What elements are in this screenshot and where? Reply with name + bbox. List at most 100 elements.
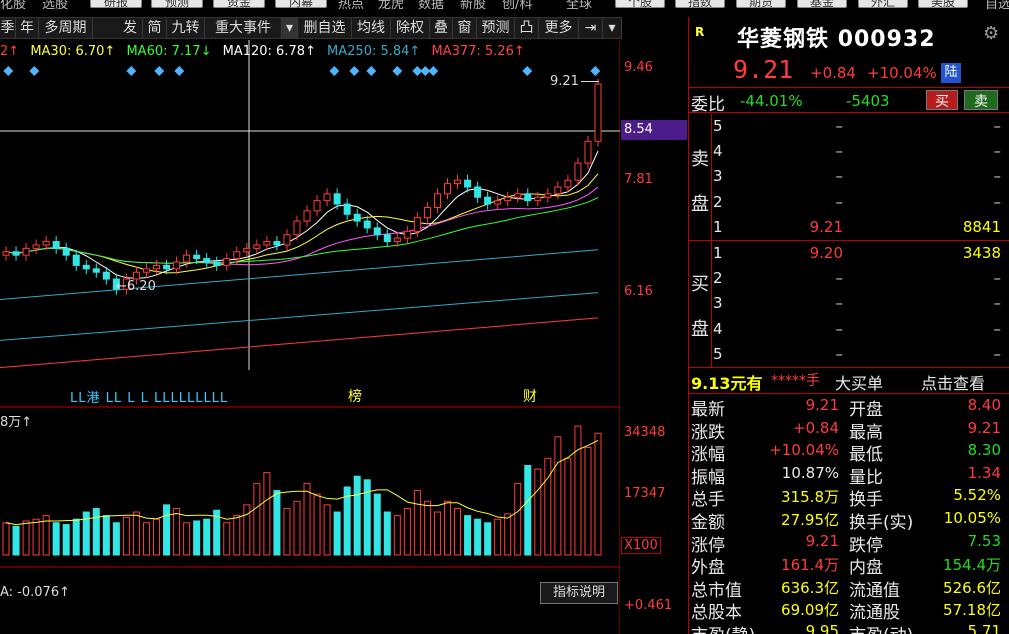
tool-dropdown-icon[interactable]: ▾ [282, 18, 298, 39]
candle-body [303, 210, 311, 222]
order-level: 5 [713, 117, 723, 135]
tool-window[interactable]: 窗 [453, 18, 477, 39]
price-tick: 9.46 [624, 60, 653, 75]
volume-bar [494, 518, 502, 556]
divider [711, 241, 712, 367]
tool-fa[interactable]: 发 [118, 18, 143, 39]
candle-body [423, 206, 431, 219]
sell-side-label: 卖 [691, 149, 709, 170]
tool-arrow-icon[interactable]: ⇥ [579, 18, 603, 39]
volume-bar [193, 520, 201, 556]
nav-item[interactable]: 龙虎 [378, 0, 404, 10]
candle-body [383, 234, 391, 243]
nav-item[interactable]: 内幕 [275, 0, 327, 9]
nav-button[interactable]: 期货 [736, 0, 786, 9]
order-price: – [835, 269, 844, 288]
stat-label: 开盘 [849, 400, 883, 420]
volume-bar [62, 524, 70, 556]
order-book-row: 3 – – [713, 165, 1003, 190]
tool-forecast[interactable]: 预测 [477, 18, 515, 39]
buy-button[interactable]: 买 [926, 90, 958, 110]
order-volume: 8841 [962, 217, 1001, 236]
tool-season[interactable]: 季 [0, 18, 16, 39]
weibi-diff: -5403 [846, 92, 890, 110]
candle-body [283, 234, 291, 246]
stat-value: 5.52% [953, 486, 1001, 505]
stat-label: 涨幅 [691, 445, 725, 466]
candle-body [504, 196, 512, 202]
stat-value: +0.84 [793, 418, 839, 437]
stat-label: 市盈(静) [691, 621, 755, 634]
nav-item[interactable]: 全球 [566, 0, 592, 10]
volume-tick: 34348 [624, 425, 666, 440]
volume-bar [564, 457, 572, 556]
event-diamond [392, 66, 403, 76]
tool-major-events[interactable]: 重大事件 [205, 18, 282, 39]
indicator-explain-button[interactable]: 指标说明 [540, 582, 618, 604]
volume-bar [313, 493, 321, 556]
big-order-row[interactable]: 9.13元有 *****手 大买单 点击查看 [689, 369, 1009, 393]
nav-item[interactable]: 创/科 [502, 0, 532, 10]
tool-year[interactable]: 年 [16, 18, 39, 39]
nav-item[interactable]: 选股 [42, 0, 68, 10]
cai-marker: 财 [523, 389, 537, 405]
volume-bar [122, 516, 130, 556]
candle-body [293, 220, 301, 236]
volume-bar [52, 522, 60, 556]
stat-row: 外盘 161.4万 内盘 154.4万 [691, 553, 1009, 578]
volume-unit: X100 [621, 537, 661, 554]
event-markers: LL港 LL L L LLLLLLLLL [70, 391, 229, 406]
order-level: 1 [713, 217, 723, 236]
volume-bar [413, 490, 421, 556]
volume-label: 8万↑ [0, 415, 33, 430]
nav-button[interactable]: 美股 [918, 0, 968, 9]
nav-button[interactable]: 外汇 [858, 0, 908, 9]
nav-item[interactable]: 资金 [213, 0, 265, 9]
volume-bar [454, 507, 462, 556]
nav-item[interactable]: 研报 [90, 0, 142, 9]
volume-bar [233, 515, 241, 556]
tool-ma[interactable]: 均线 [352, 18, 391, 39]
volume-bar [474, 518, 482, 556]
stat-label: 最低 [849, 445, 883, 466]
tool-overlay[interactable]: 叠 [430, 18, 453, 39]
candle-body [373, 227, 381, 236]
volume-bar [223, 522, 231, 556]
volume-bar [293, 500, 301, 556]
nav-button[interactable]: 指数 [675, 0, 725, 9]
tool-tu-icon[interactable]: 凸 [515, 18, 539, 39]
volume-bar [92, 507, 100, 556]
tool-jiuzhuan[interactable]: 九转 [167, 18, 205, 39]
stat-value: 161.4万 [781, 556, 839, 575]
candle-body [183, 254, 191, 263]
kline-chart[interactable] [0, 40, 620, 634]
sell-button[interactable]: 卖 [964, 90, 998, 110]
tool-jian[interactable]: 简 [143, 18, 167, 39]
nav-item[interactable]: 数据 [418, 0, 444, 10]
order-level: 1 [713, 244, 723, 262]
nav-button[interactable]: 自选 [985, 0, 1009, 10]
nav-item[interactable]: 新股 [460, 0, 486, 10]
order-level: 2 [713, 192, 723, 211]
nav-item[interactable]: 预测 [151, 0, 203, 9]
tool-exright[interactable]: 除权 [391, 18, 430, 39]
stat-row: 涨幅 +10.04% 最低 8.30 [691, 440, 1009, 466]
order-level: 4 [713, 142, 723, 161]
volume-bar [72, 518, 80, 556]
nav-item[interactable]: 热点 [338, 0, 364, 10]
order-book-row: 1 9.21 8841 [713, 216, 1003, 241]
nav-item[interactable]: 化股 [0, 0, 26, 10]
volume-bar [353, 475, 361, 556]
tool-dropdown-icon[interactable]: ▾ [603, 18, 622, 39]
candle-body [403, 230, 411, 239]
volume-bar [243, 504, 251, 556]
stat-label: 最新 [691, 400, 725, 420]
tool-remove-fav[interactable]: 删自选 [298, 18, 352, 39]
gear-icon[interactable]: ⚙ [983, 23, 999, 44]
nav-button[interactable]: 基金 [797, 0, 847, 9]
tool-more[interactable]: 更多 [539, 18, 579, 39]
candle-body [524, 193, 532, 202]
big-order-link[interactable]: 点击查看 [921, 370, 985, 394]
nav-button[interactable]: 个股 [615, 0, 665, 9]
tool-multi-period[interactable]: 多周期 [39, 18, 93, 39]
